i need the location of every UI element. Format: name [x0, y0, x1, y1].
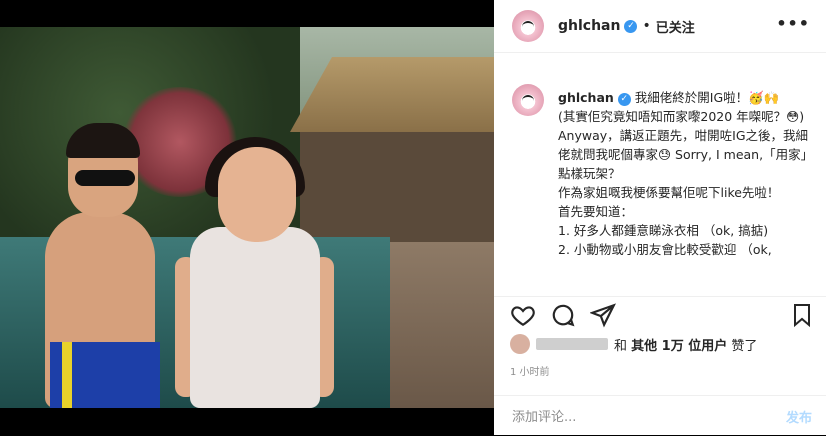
- bookmark-icon[interactable]: [790, 302, 814, 328]
- photo-girl-swimsuit: [190, 227, 320, 408]
- verified-icon: ✓: [624, 19, 638, 33]
- post-side-panel: ghlchan ✓ • 已关注 ••• ghlchan ✓ 我細佬終於開IG啦！🥳…: [494, 0, 826, 435]
- caption-text: 我細佬終於開IG啦！🥳🙌 (其實佢究竟知唔知而家嚟2020 年㗎呢？😳) Any…: [558, 90, 814, 257]
- post-photo[interactable]: [0, 27, 494, 408]
- liker-name-redacted: [536, 338, 608, 350]
- comment-icon[interactable]: [550, 302, 576, 328]
- caption: ghlchan ✓ 我細佬終於開IG啦！🥳🙌 (其實佢究竟知唔知而家嚟2020 年…: [558, 88, 818, 259]
- post-comment-button[interactable]: 发布: [786, 407, 812, 426]
- likes-others[interactable]: 其他 1万 位用户: [631, 335, 727, 354]
- verified-icon: ✓: [617, 93, 631, 106]
- likes-suffix: 赞了: [731, 338, 758, 354]
- header-avatar[interactable]: [512, 10, 544, 42]
- liker-avatar[interactable]: [510, 334, 530, 354]
- caption-scroll[interactable]: ghlchan ✓ 我細佬終於開IG啦！🥳🙌 (其實佢究竟知唔知而家嚟2020 年…: [494, 78, 826, 288]
- post-timestamp[interactable]: 1 小时前: [510, 363, 550, 378]
- action-bar: [494, 296, 826, 333]
- photo-hut: [300, 132, 494, 242]
- likes-prefix: 和: [614, 338, 628, 354]
- caption-username[interactable]: ghlchan: [558, 90, 614, 105]
- share-icon[interactable]: [590, 302, 616, 328]
- follow-status-button[interactable]: 已关注: [656, 17, 695, 36]
- heart-icon[interactable]: [510, 302, 536, 328]
- photo-girl-face: [218, 147, 296, 242]
- comment-input[interactable]: [510, 406, 764, 428]
- caption-avatar[interactable]: [512, 84, 544, 116]
- header-separator: •: [642, 18, 651, 34]
- likes-summary[interactable]: 和 其他 1万 位用户 赞了: [510, 334, 757, 354]
- photo-shorts-stripe: [62, 342, 72, 408]
- post-header: ghlchan ✓ • 已关注 •••: [494, 0, 826, 53]
- header-username[interactable]: ghlchan: [558, 18, 620, 34]
- photo-goggles: [75, 170, 135, 186]
- photo-shorts: [50, 342, 160, 408]
- more-icon[interactable]: •••: [776, 14, 810, 33]
- comment-bar: 发布: [494, 395, 826, 436]
